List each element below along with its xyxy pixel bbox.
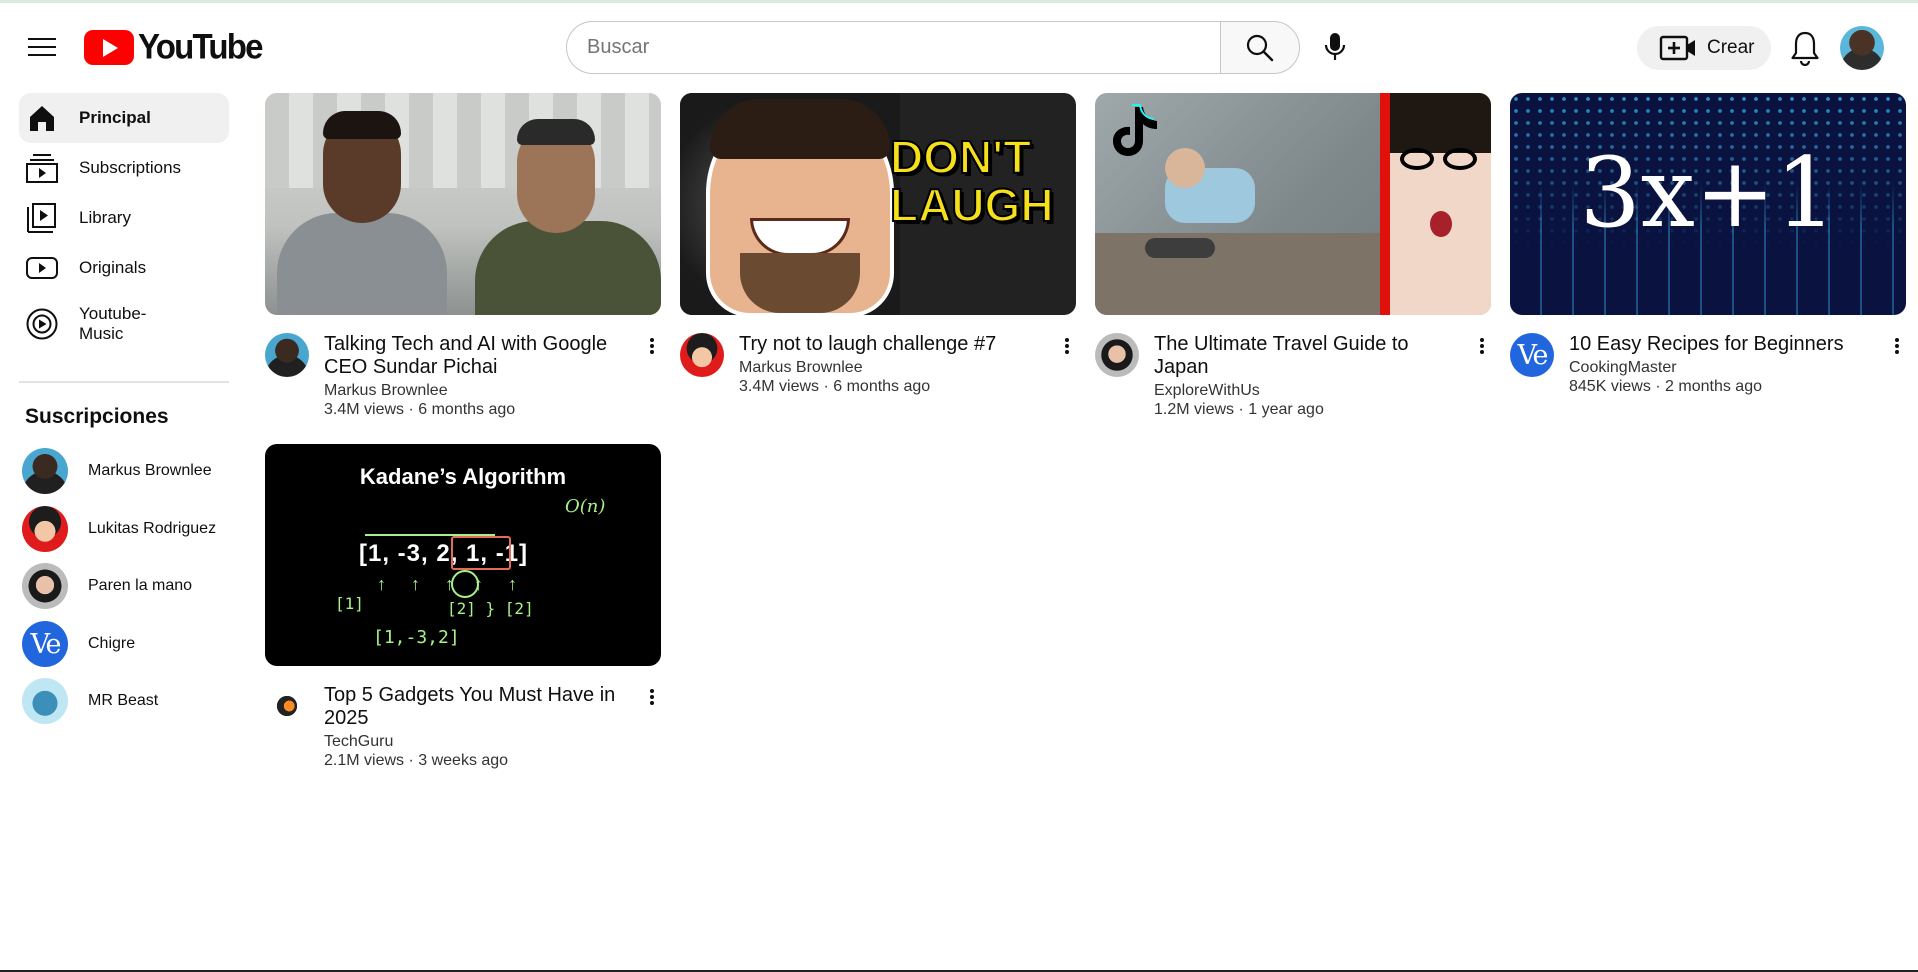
video-card: Kadane’s Algorithm O(n) [1, -3, 2, 1, -1… <box>265 444 661 770</box>
video-card: 3x+1 Ve 10 Easy Recipes for Beginners Co… <box>1510 93 1906 396</box>
channel-name[interactable]: TechGuru <box>324 733 624 751</box>
video-meta: Ve 10 Easy Recipes for Beginners Cooking… <box>1510 333 1906 396</box>
more-options-icon[interactable] <box>1888 333 1906 355</box>
logo-text: YouTube <box>138 26 263 67</box>
subscription-name: Paren la mano <box>88 577 193 594</box>
video-title[interactable]: Top 5 Gadgets You Must Have in 2025 <box>324 684 624 730</box>
video-stats: 2.1M views · 3 weeks ago <box>324 752 509 769</box>
subscription-name: Lukitas Rodriguez <box>88 520 217 537</box>
bell-icon <box>1791 31 1819 66</box>
sidebar-item-subscriptions[interactable]: Subscriptions <box>19 143 229 193</box>
video-thumbnail[interactable] <box>1095 93 1491 315</box>
video-title[interactable]: 10 Easy Recipes for Beginners <box>1569 333 1869 356</box>
video-card: DON'T LAUGH Try not to laugh challenge #… <box>680 93 1076 396</box>
video-meta: The Ultimate Travel Guide to Japan Explo… <box>1095 333 1491 419</box>
subscription-name: Chigre <box>88 635 136 652</box>
youtube-logo[interactable]: YouTube <box>84 26 263 67</box>
sidebar-item-youtube-music[interactable]: Youtube-Music <box>19 299 229 349</box>
channel-avatar <box>22 678 68 724</box>
account-avatar[interactable] <box>1840 26 1884 70</box>
subscriptions-heading: Suscripciones <box>25 405 169 428</box>
sidebar-item-label: Subscriptions <box>79 158 182 177</box>
voice-search-button[interactable] <box>1310 22 1360 72</box>
search-bar <box>566 21 1300 74</box>
youtube-play-logo-icon <box>84 29 134 65</box>
video-card: Talking Tech and AI with Google CEO Sund… <box>265 93 661 419</box>
subscription-item[interactable]: Paren la mano <box>22 560 232 612</box>
video-thumbnail[interactable]: 3x+1 <box>1510 93 1906 315</box>
video-meta: Talking Tech and AI with Google CEO Sund… <box>265 333 661 419</box>
video-thumbnail[interactable]: DON'T LAUGH <box>680 93 1076 315</box>
subscription-item[interactable]: Markus Brownlee <box>22 445 232 497</box>
channel-avatar <box>22 563 68 609</box>
search-icon <box>1246 34 1274 61</box>
thumbnail-text: DON'T LAUGH <box>889 131 1055 231</box>
tiktok-logo-icon <box>1113 104 1157 156</box>
microphone-icon <box>1324 33 1346 60</box>
top-edge-strip <box>0 0 1918 3</box>
video-thumbnail[interactable]: Kadane’s Algorithm O(n) [1, -3, 2, 1, -1… <box>265 444 661 666</box>
video-title[interactable]: Try not to laugh challenge #7 <box>739 333 1039 356</box>
subscription-name: Markus Brownlee <box>88 462 212 479</box>
channel-name[interactable]: Markus Brownlee <box>739 359 1039 377</box>
channel-name[interactable]: CookingMaster <box>1569 359 1869 377</box>
sidebar-item-label: Youtube-Music <box>79 304 147 343</box>
channel-name[interactable]: Markus Brownlee <box>324 382 624 400</box>
more-options-icon[interactable] <box>1058 333 1076 355</box>
subscription-name: MR Beast <box>88 692 159 709</box>
originals-icon <box>25 251 59 285</box>
video-stats: 1.2M views · 1 year ago <box>1154 401 1324 418</box>
video-card: The Ultimate Travel Guide to Japan Explo… <box>1095 93 1491 419</box>
subscription-item[interactable]: Lukitas Rodriguez <box>22 503 232 555</box>
youtube-home-page: YouTube Crear Principal Subscriptions Li… <box>0 0 1918 972</box>
more-options-icon[interactable] <box>643 333 661 355</box>
channel-avatar: Ve <box>22 621 68 667</box>
search-input[interactable] <box>566 21 1220 74</box>
channel-avatar[interactable] <box>1095 333 1139 377</box>
subscription-item[interactable]: MR Beast <box>22 675 232 727</box>
sidebar-item-label: Principal <box>79 108 151 127</box>
channel-avatar[interactable] <box>265 684 309 728</box>
video-title[interactable]: The Ultimate Travel Guide to Japan <box>1154 333 1454 379</box>
sidebar-item-originals[interactable]: Originals <box>19 243 229 293</box>
search-button[interactable] <box>1220 21 1300 74</box>
thumbnail-text: Kadane’s Algorithm <box>359 464 567 489</box>
sidebar-item-principal[interactable]: Principal <box>19 93 229 143</box>
thumbnail-text: 3x+1 <box>1579 137 1837 249</box>
channel-avatar[interactable] <box>680 333 724 377</box>
create-button[interactable]: Crear <box>1637 26 1771 70</box>
more-options-icon[interactable] <box>643 684 661 706</box>
hamburger-menu-icon[interactable] <box>26 32 58 62</box>
subscriptions-icon <box>25 151 59 185</box>
notifications-button[interactable] <box>1785 27 1825 69</box>
sidebar-item-library[interactable]: Library <box>19 193 229 243</box>
library-icon <box>25 201 59 235</box>
create-label: Crear <box>1707 37 1755 58</box>
video-meta: Try not to laugh challenge #7 Markus Bro… <box>680 333 1076 396</box>
video-stats: 3.4M views · 6 months ago <box>739 378 931 395</box>
sidebar-item-label: Originals <box>79 258 147 277</box>
music-icon <box>25 307 59 341</box>
channel-avatar <box>22 506 68 552</box>
video-thumbnail[interactable] <box>265 93 661 315</box>
video-stats: 845K views · 2 months ago <box>1569 378 1762 395</box>
video-meta: Top 5 Gadgets You Must Have in 2025 Tech… <box>265 684 661 770</box>
more-options-icon[interactable] <box>1473 333 1491 355</box>
channel-avatar[interactable] <box>265 333 309 377</box>
subscription-item[interactable]: Ve Chigre <box>22 618 232 670</box>
video-stats: 3.4M views · 6 months ago <box>324 401 516 418</box>
sidebar-divider <box>19 381 229 383</box>
channel-avatar <box>22 448 68 494</box>
video-title[interactable]: Talking Tech and AI with Google CEO Sund… <box>324 333 624 379</box>
video-add-icon <box>1659 35 1695 61</box>
sidebar-item-label: Library <box>79 208 131 227</box>
home-icon <box>25 101 59 135</box>
channel-name[interactable]: ExploreWithUs <box>1154 382 1454 400</box>
channel-avatar[interactable]: Ve <box>1510 333 1554 377</box>
